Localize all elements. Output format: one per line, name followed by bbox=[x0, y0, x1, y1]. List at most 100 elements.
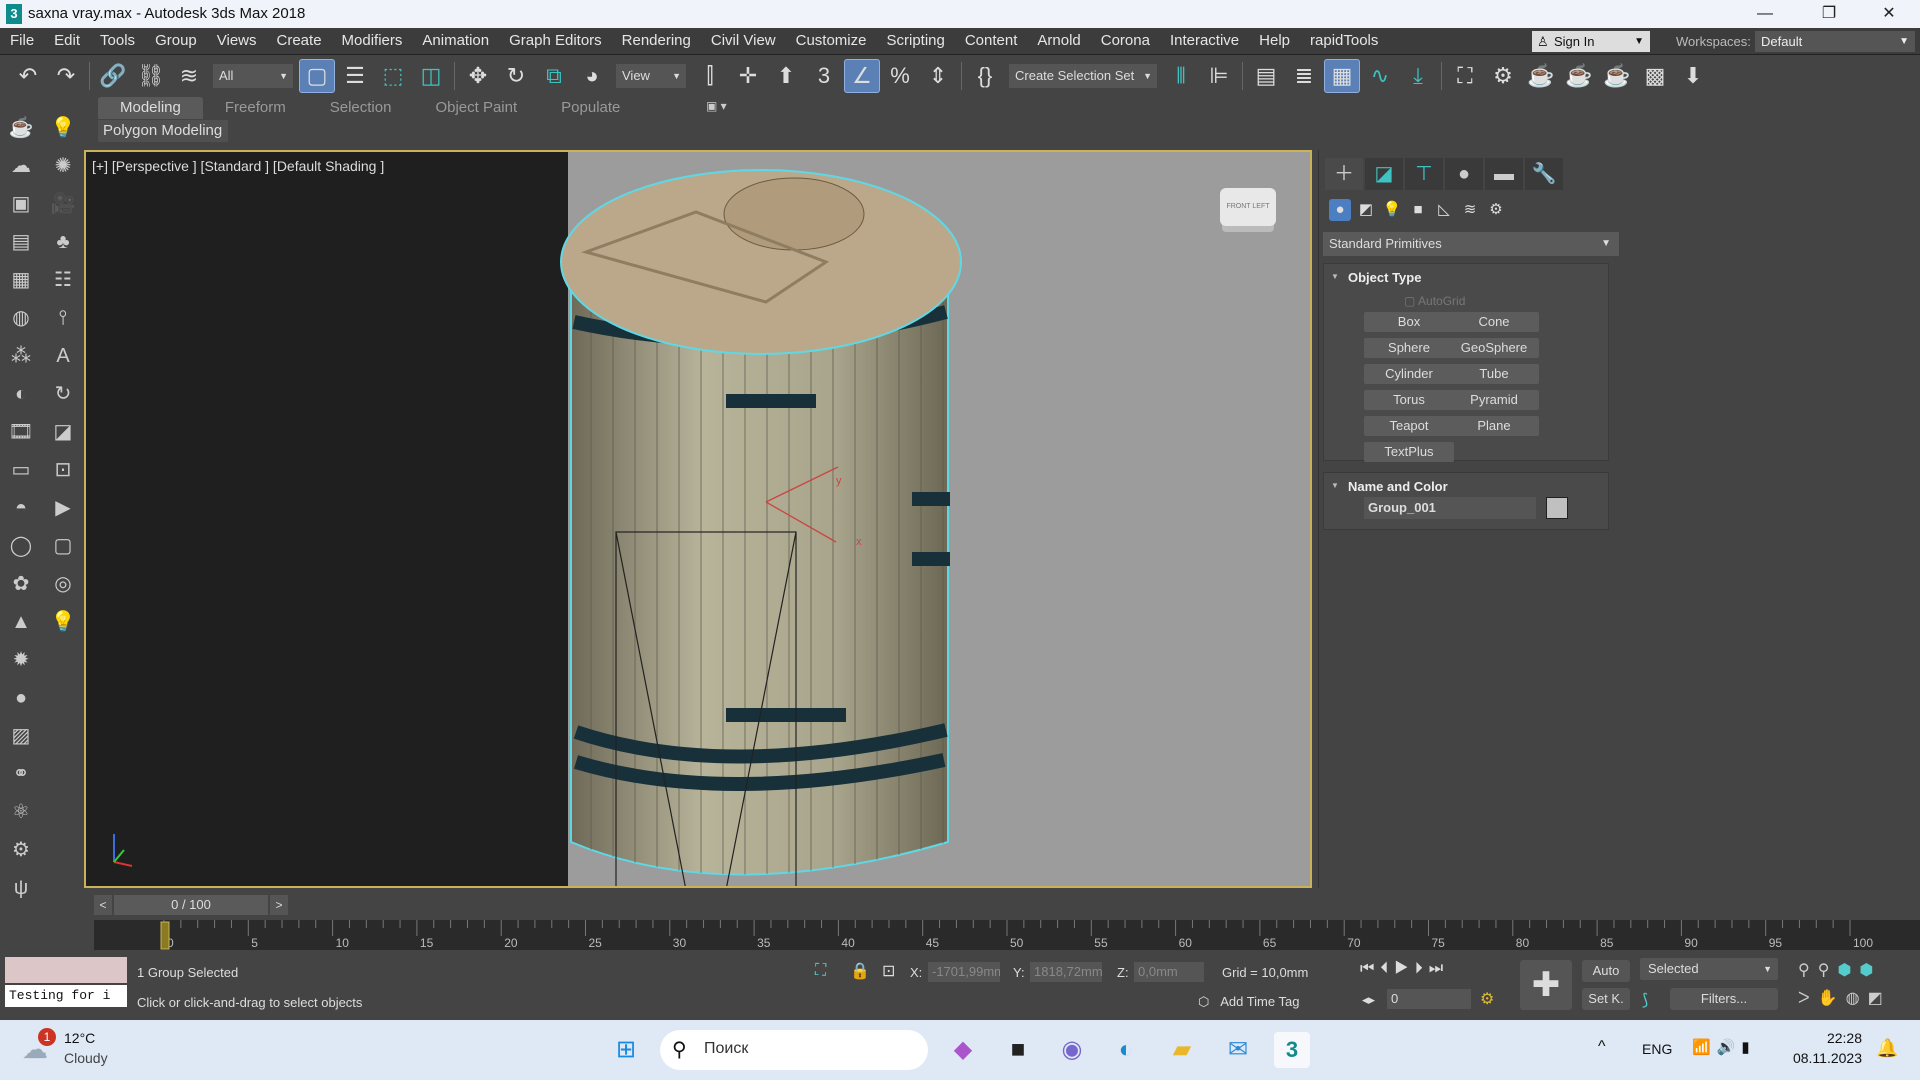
scale-icon[interactable]: ⫯ bbox=[48, 303, 78, 333]
select-object-icon[interactable]: ▢ bbox=[299, 59, 335, 93]
teams-chat-icon[interactable]: ◉ bbox=[1054, 1032, 1090, 1068]
ribbon-tab-modeling[interactable]: Modeling bbox=[98, 97, 203, 119]
menu-views[interactable]: Views bbox=[207, 28, 267, 54]
viewport-perspective[interactable]: [+] [Perspective ] [Standard ] [Default … bbox=[84, 150, 1312, 888]
create-tab-icon[interactable]: ＋ bbox=[1325, 158, 1363, 190]
primitive-sphere-button[interactable]: Sphere bbox=[1364, 338, 1454, 358]
notifications-bell-icon[interactable]: 🔔 bbox=[1876, 1038, 1898, 1059]
object-type-header[interactable]: Object Type bbox=[1324, 264, 1608, 285]
ball-icon[interactable]: ● bbox=[6, 683, 36, 713]
light-bulb-icon[interactable]: 💡 bbox=[48, 113, 78, 143]
table-icon[interactable]: ☷ bbox=[48, 265, 78, 295]
menu-animation[interactable]: Animation bbox=[412, 28, 499, 54]
sun-icon[interactable]: ✺ bbox=[48, 151, 78, 181]
star-icon[interactable]: ✹ bbox=[6, 645, 36, 675]
dome-icon[interactable]: ◓ bbox=[6, 493, 36, 523]
shapes-icon[interactable]: ◩ bbox=[1355, 199, 1377, 221]
utilities-tab-icon[interactable]: 🔧 bbox=[1525, 158, 1563, 190]
category-dropdown[interactable]: Standard Primitives ▼ bbox=[1323, 232, 1619, 256]
menu-tools[interactable]: Tools bbox=[90, 28, 145, 54]
object-name-input[interactable]: Group_001 bbox=[1364, 497, 1536, 519]
torus-icon[interactable]: ◎ bbox=[48, 569, 78, 599]
motion-tab-icon[interactable]: ● bbox=[1445, 158, 1483, 190]
connect-icon[interactable]: ⚭ bbox=[6, 759, 36, 789]
primitive-plane-button[interactable]: Plane bbox=[1449, 416, 1539, 436]
y-coordinate-input[interactable]: 1818,72mm bbox=[1030, 962, 1103, 982]
window-icon[interactable]: ▭ bbox=[6, 455, 36, 485]
primitive-cylinder-button[interactable]: Cylinder bbox=[1364, 364, 1454, 384]
frame-icon[interactable]: ▢ bbox=[48, 531, 78, 561]
mirror-icon[interactable]: ⫴ bbox=[1163, 59, 1199, 93]
scale-icon[interactable]: ⧉ bbox=[536, 59, 572, 93]
place-icon[interactable]: ◕ bbox=[574, 59, 610, 93]
time-slider[interactable]: < 0 / 100 > bbox=[94, 895, 290, 915]
bulb-icon[interactable]: 💡 bbox=[48, 607, 78, 637]
ribbon-toggle-icon[interactable]: ▦ bbox=[1324, 59, 1360, 93]
keyboard-shortcut-icon[interactable]: ⬆ bbox=[768, 59, 804, 93]
menu-customize[interactable]: Customize bbox=[786, 28, 877, 54]
ribbon-tab-selection[interactable]: Selection bbox=[308, 97, 414, 119]
zoom-all-icon[interactable]: ⚲ bbox=[1818, 962, 1838, 979]
zoom-extents-all-icon[interactable]: ⬢ bbox=[1859, 962, 1881, 979]
spacewarps-icon[interactable]: ≋ bbox=[1459, 199, 1481, 221]
zoom-extents-icon[interactable]: ⬢ bbox=[1837, 962, 1859, 979]
percent-snap-icon[interactable]: % bbox=[882, 59, 918, 93]
time-slider-thumb[interactable] bbox=[160, 921, 170, 950]
reference-coordinate-dropdown[interactable]: View ▼ bbox=[616, 64, 686, 88]
primitive-tube-button[interactable]: Tube bbox=[1449, 364, 1539, 384]
rendered-frame-icon[interactable]: ☕ bbox=[1561, 59, 1597, 93]
text-icon[interactable]: A bbox=[48, 341, 78, 371]
primitive-torus-button[interactable]: Torus bbox=[1364, 390, 1454, 410]
grass-icon[interactable]: ψ bbox=[6, 873, 36, 903]
cameras-icon[interactable]: ■ bbox=[1407, 199, 1429, 221]
named-selection-set-dropdown[interactable]: Create Selection Set ▼ bbox=[1009, 64, 1157, 88]
key-mode-toggle-icon[interactable]: ◂▸ bbox=[1362, 992, 1375, 1008]
select-manipulate-icon[interactable]: ✛ bbox=[730, 59, 766, 93]
set-key-big-button[interactable]: ✚ bbox=[1520, 960, 1572, 1010]
gear-icon[interactable]: ⚙ bbox=[6, 835, 36, 865]
start-button-icon[interactable]: ⊞ bbox=[608, 1032, 644, 1068]
menu-group[interactable]: Group bbox=[145, 28, 207, 54]
menu-edit[interactable]: Edit bbox=[44, 28, 90, 54]
ribbon-tab-freeform[interactable]: Freeform bbox=[203, 97, 308, 119]
render-extra-icon[interactable]: ⬇ bbox=[1675, 59, 1711, 93]
material-icon[interactable]: ◍ bbox=[6, 303, 36, 333]
helpers-icon[interactable]: ◺ bbox=[1433, 199, 1455, 221]
select-by-name-icon[interactable]: ☰ bbox=[337, 59, 373, 93]
primitive-textplus-button[interactable]: TextPlus bbox=[1364, 442, 1454, 462]
edit-named-sets-icon[interactable]: {} bbox=[967, 59, 1003, 93]
pan-icon[interactable]: ✋ bbox=[1818, 990, 1846, 1007]
ribbon-tab-object-paint[interactable]: Object Paint bbox=[413, 97, 539, 119]
weather-desc[interactable]: Cloudy bbox=[64, 1050, 108, 1066]
menu-help[interactable]: Help bbox=[1249, 28, 1300, 54]
ring-icon[interactable]: ◯ bbox=[6, 531, 36, 561]
render-icon[interactable]: ▶ bbox=[48, 493, 78, 523]
add-time-tag[interactable]: ⬡ Add Time Tag bbox=[1198, 994, 1299, 1010]
link-icon[interactable]: 🔗 bbox=[95, 59, 131, 93]
curve-editor-icon[interactable]: ∿ bbox=[1362, 59, 1398, 93]
primitive-box-button[interactable]: Box bbox=[1364, 312, 1454, 332]
atom-icon[interactable]: ⚛ bbox=[6, 797, 36, 827]
play-icon[interactable]: ▶ bbox=[1394, 960, 1414, 977]
ribbon-options-icon[interactable]: ▣ ▾ bbox=[706, 99, 727, 113]
panel-icon[interactable]: ▣ bbox=[6, 189, 36, 219]
ribbon-panel-polygon-modeling[interactable]: Polygon Modeling bbox=[98, 120, 228, 142]
go-to-start-icon[interactable]: ⏮ bbox=[1360, 960, 1380, 977]
schematic-view-icon[interactable]: ⛶ bbox=[1447, 59, 1483, 93]
primitive-pyramid-button[interactable]: Pyramid bbox=[1449, 390, 1539, 410]
render-production-icon[interactable]: ☕ bbox=[1599, 59, 1635, 93]
set-key-button[interactable]: Set K. bbox=[1582, 988, 1630, 1010]
file-explorer-icon[interactable]: ▰ bbox=[1164, 1032, 1200, 1068]
menu-modifiers[interactable]: Modifiers bbox=[332, 28, 413, 54]
weather-temp[interactable]: 12°C bbox=[64, 1030, 95, 1046]
maxscript-listener-output[interactable] bbox=[5, 957, 127, 983]
x-coordinate-input[interactable]: -1701,99mm bbox=[928, 962, 1000, 982]
rotate-icon[interactable]: ↻ bbox=[498, 59, 534, 93]
clock-date[interactable]: 08.11.2023 bbox=[1792, 1050, 1862, 1066]
layer-explorer-icon[interactable]: ≣ bbox=[1286, 59, 1322, 93]
render-cloud-icon[interactable]: ▩ bbox=[1637, 59, 1673, 93]
copilot-icon[interactable]: ◆ bbox=[945, 1032, 981, 1068]
menu-corona[interactable]: Corona bbox=[1091, 28, 1160, 54]
primitive-teapot-button[interactable]: Teapot bbox=[1364, 416, 1454, 436]
viewport-label[interactable]: [+] [Perspective ] [Standard ] [Default … bbox=[92, 158, 384, 174]
